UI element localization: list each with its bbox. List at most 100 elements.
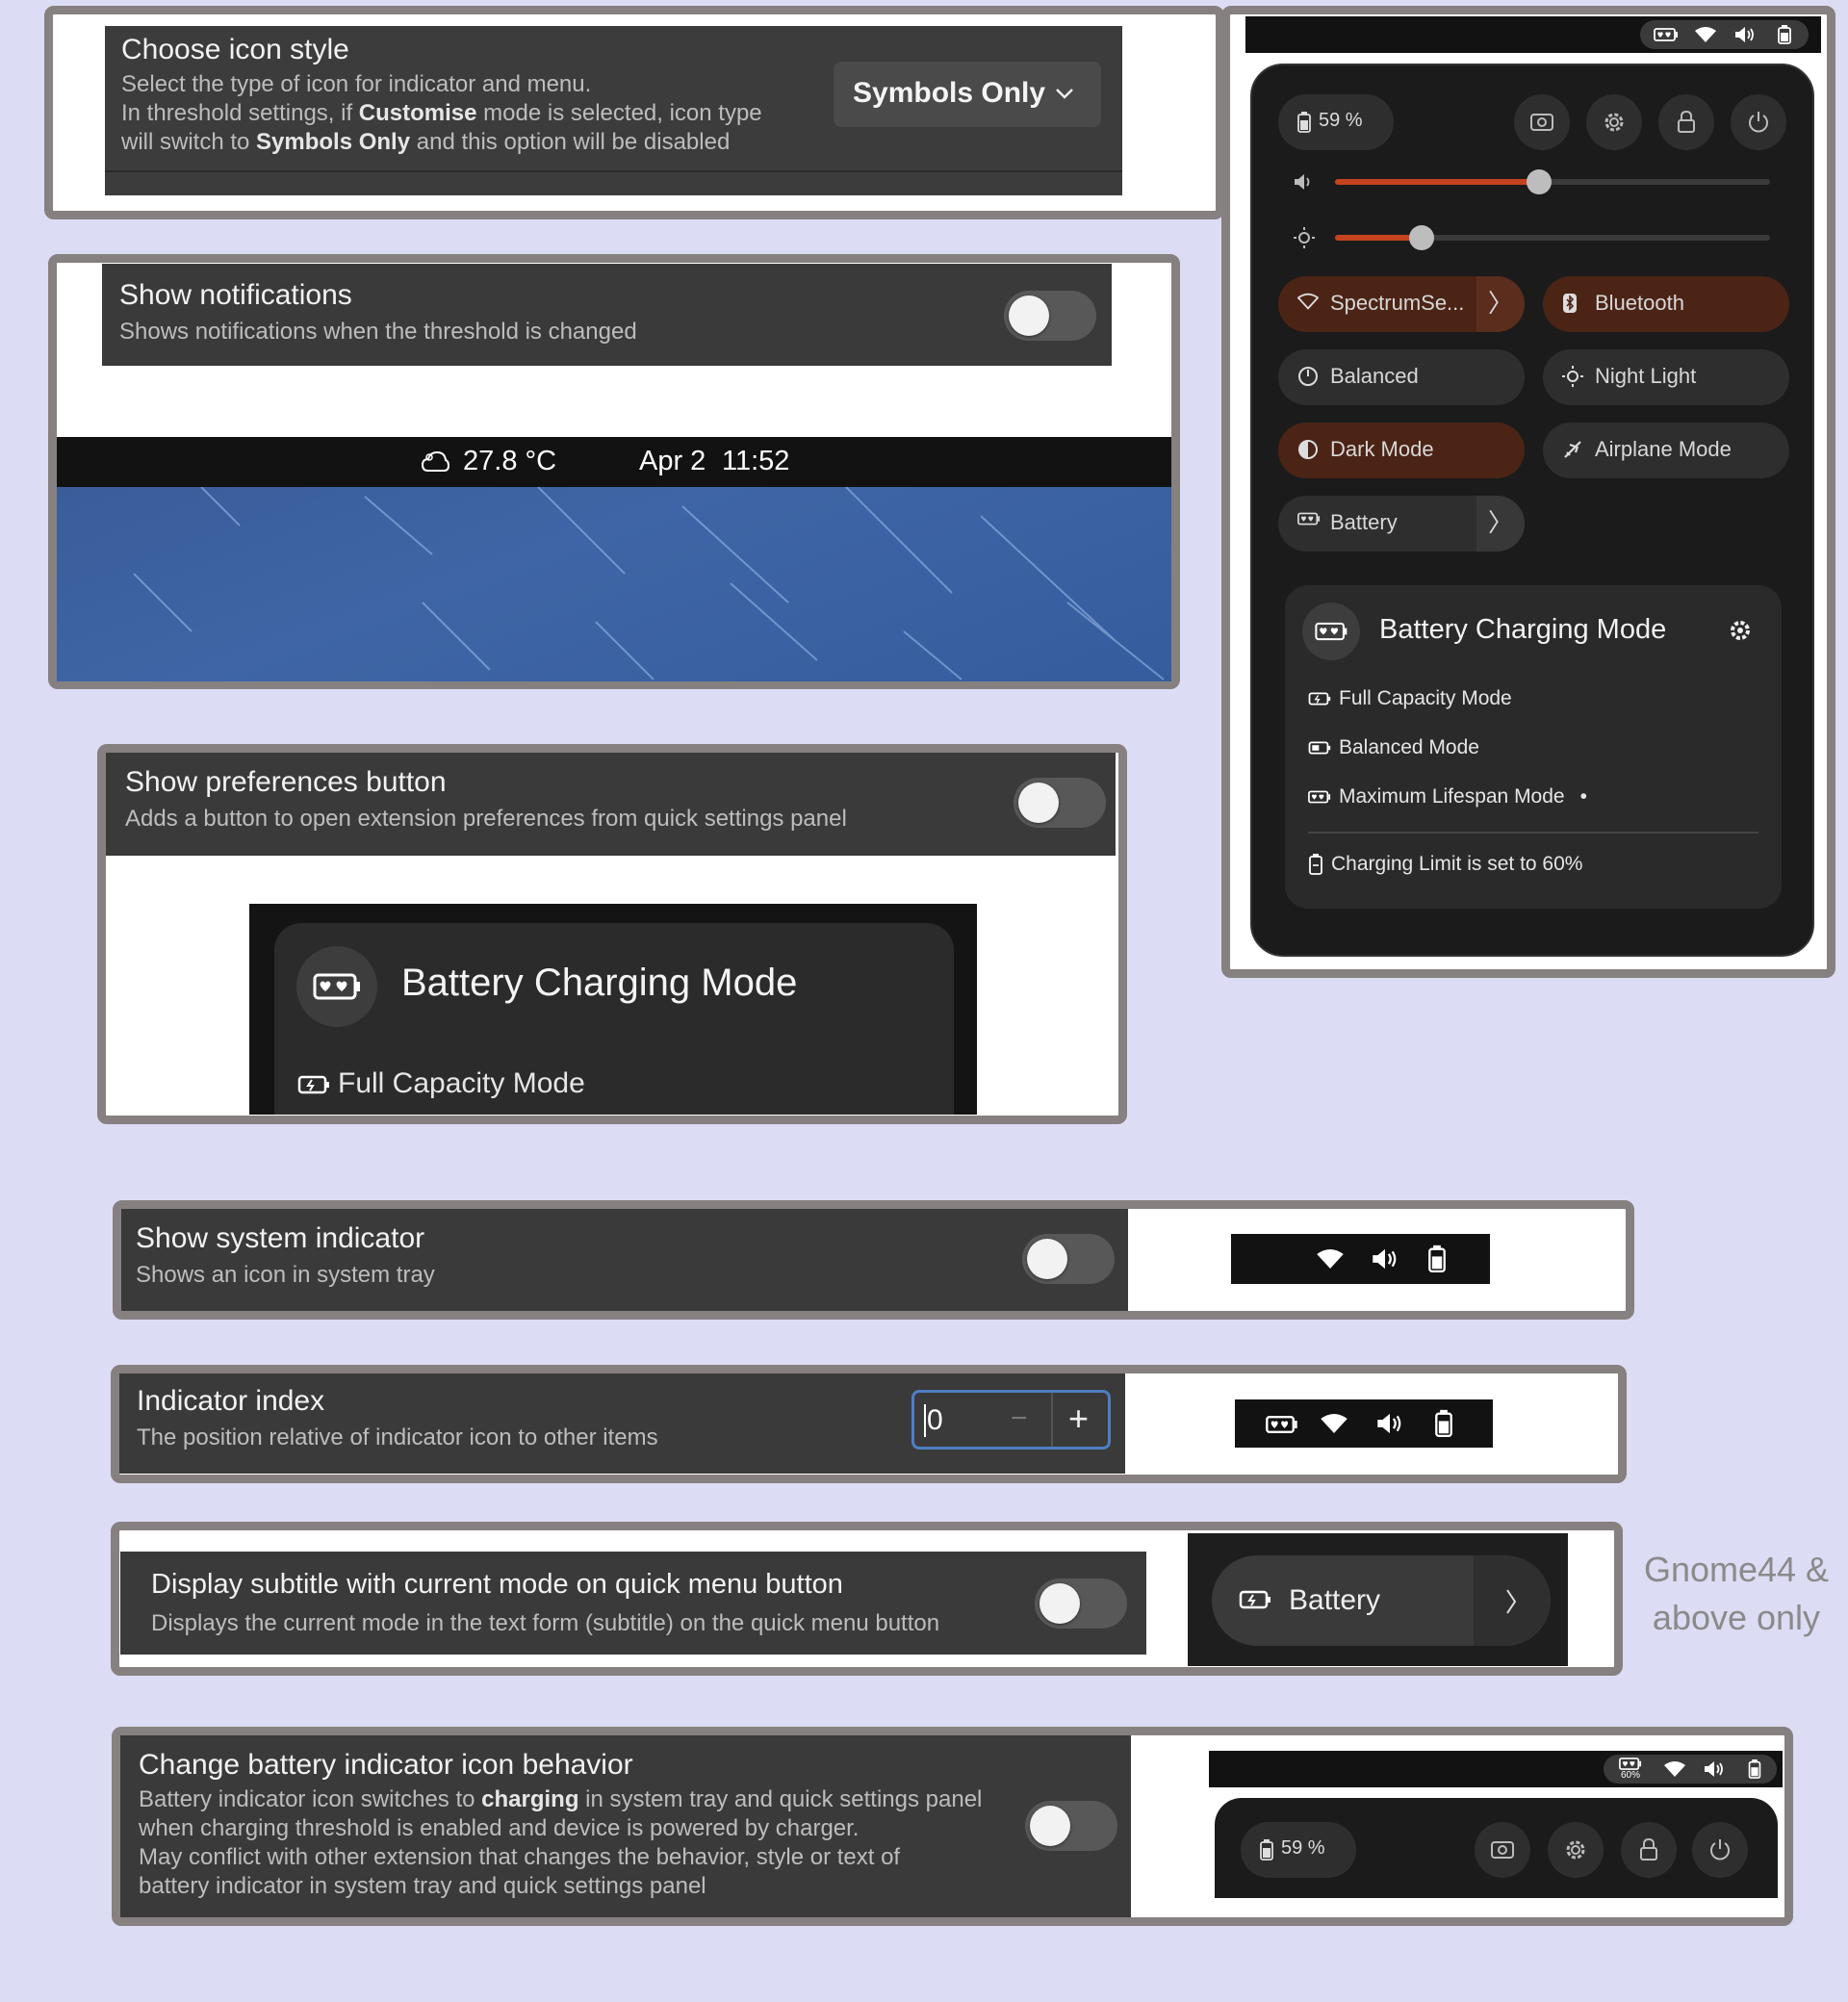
notifications-toggle[interactable] (1004, 291, 1096, 341)
gnome-version-note: Gnome44 & above only (1643, 1550, 1830, 1637)
preview-menu-card: Battery Charging Mode Full Capacity Mode (274, 923, 954, 1115)
preview-menu-title: Battery Charging Mode (401, 962, 798, 1004)
star-trail-pattern (133, 487, 1165, 680)
airplane-mode-tile[interactable]: Airplane Mode (1543, 423, 1789, 478)
wifi-icon (1321, 1414, 1348, 1433)
brightness-slider[interactable] (1335, 225, 1770, 250)
battery-mode-tile[interactable]: Battery 〉 (1278, 496, 1525, 552)
qs-battery-percent: 59 % (1319, 110, 1363, 131)
preview-battery-pill[interactable]: 59 % (1241, 1822, 1356, 1878)
clock-date[interactable]: Apr 2 (639, 446, 706, 477)
preferences-desc: Adds a button to open extension preferen… (125, 806, 847, 832)
night-light-tile[interactable]: Night Light (1543, 349, 1789, 405)
behavior-preview-topbar: 60% (1209, 1751, 1783, 1787)
battery-heart-icon (1308, 791, 1331, 804)
battery-icon (1297, 112, 1311, 133)
tray-pill[interactable]: 60% (1604, 1755, 1777, 1784)
screenshot-button[interactable] (1475, 1822, 1530, 1878)
lock-button[interactable] (1658, 94, 1714, 150)
menu-separator (1308, 832, 1758, 834)
icon-style-dropdown[interactable]: Symbols Only (834, 62, 1101, 127)
power-mode-tile[interactable]: Balanced (1278, 349, 1525, 405)
spin-divider (1051, 1393, 1053, 1447)
preferences-row: Show preferences button Adds a button to… (106, 753, 1116, 856)
system-indicator-desc: Shows an icon in system tray (136, 1262, 435, 1288)
menu-battery-button[interactable] (1302, 603, 1360, 660)
wifi-icon (1664, 1761, 1685, 1777)
battery-heart-icon (1654, 28, 1678, 41)
battery-tile-arrow[interactable]: 〉 (1476, 496, 1525, 552)
system-indicator-preview (1231, 1234, 1490, 1284)
volume-icon (1373, 1248, 1397, 1270)
battery-outline-icon (1309, 854, 1322, 876)
battery-full-icon (297, 1075, 329, 1094)
notifications-title: Show notifications (119, 279, 352, 311)
subtitle-preview: Battery (1188, 1533, 1568, 1666)
volume-icon (1377, 1413, 1401, 1434)
power-button[interactable] (1692, 1822, 1748, 1878)
dark-mode-tile[interactable]: Dark Mode (1278, 423, 1525, 478)
brightness-icon (1294, 227, 1315, 248)
bluetooth-tile-label: Bluetooth (1595, 291, 1684, 315)
gear-icon[interactable] (1728, 618, 1753, 643)
subtitle-row: Display subtitle with current mode on qu… (120, 1552, 1146, 1655)
screenshot-button[interactable] (1514, 94, 1570, 150)
preferences-preview: Battery Charging Mode Full Capacity Mode (249, 904, 977, 1115)
behavior-title: Change battery indicator icon behavior (139, 1749, 633, 1781)
wifi-toggle-tile[interactable]: SpectrumSe... 〉 (1278, 276, 1525, 332)
icon-style-row: Choose icon style Select the type of ico… (105, 26, 1122, 195)
settings-button[interactable] (1548, 1822, 1604, 1878)
behavior-toggle[interactable] (1025, 1801, 1117, 1851)
decrement-button[interactable]: − (1011, 1402, 1028, 1435)
indicator-index-desc: The position relative of indicator icon … (137, 1424, 658, 1450)
mode-item-max-lifespan[interactable]: Maximum Lifespan Mode • (1308, 785, 1587, 808)
preview-mode-item[interactable]: Full Capacity Mode (297, 1067, 585, 1100)
volume-slider[interactable] (1335, 169, 1770, 194)
settings-button[interactable] (1586, 94, 1642, 150)
brightness-slider-knob[interactable] (1409, 225, 1434, 250)
preview-battery-button[interactable] (296, 946, 377, 1027)
battery-tile-label: Battery (1330, 510, 1398, 534)
screenshot-icon (1491, 1841, 1514, 1859)
increment-button[interactable]: + (1068, 1399, 1089, 1439)
tray-limit-badge: 60% (1621, 1770, 1641, 1781)
mode-item-balanced[interactable]: Balanced Mode (1308, 736, 1479, 759)
chevron-down-icon (1056, 89, 1073, 99)
bluetooth-toggle-tile[interactable]: Bluetooth (1543, 276, 1789, 332)
notifications-desc: Shows notifications when the threshold i… (119, 319, 637, 345)
volume-slider-knob[interactable] (1527, 169, 1552, 194)
preview-arrow-button[interactable] (1474, 1555, 1551, 1646)
quick-settings-panel: 59 % SpectrumSe... 〉 Bluetooth Balanced … (1250, 64, 1814, 957)
system-indicator-toggle[interactable] (1022, 1234, 1115, 1284)
icon-style-desc: Select the type of icon for indicator an… (121, 71, 762, 155)
tray-pill[interactable] (1640, 20, 1809, 49)
icon-style-title: Choose icon style (121, 34, 349, 65)
battery-icon (1435, 1409, 1452, 1438)
clock-time[interactable]: 11:52 (722, 446, 789, 477)
indicator-index-spinbutton[interactable]: 0 − + (911, 1390, 1111, 1450)
notifications-row: Show notifications Shows notifications w… (102, 264, 1112, 366)
charging-limit-label: Charging Limit is set to 60% (1308, 853, 1582, 876)
gear-icon (1566, 1840, 1585, 1860)
battery-heart-icon (313, 973, 360, 1000)
row-divider (105, 170, 1122, 172)
index-value-input[interactable]: 0 (924, 1404, 943, 1437)
power-mode-tile-label: Balanced (1330, 364, 1419, 388)
lock-button[interactable] (1621, 1822, 1677, 1878)
power-button[interactable] (1731, 94, 1786, 150)
weather-temp: 27.8 °C (463, 446, 557, 476)
dark-mode-icon (1298, 440, 1318, 459)
preferences-toggle[interactable] (1014, 778, 1106, 828)
subtitle-toggle[interactable] (1035, 1578, 1127, 1629)
qs-battery-pill[interactable]: 59 % (1278, 94, 1394, 150)
mode-item-full-capacity[interactable]: Full Capacity Mode (1308, 687, 1512, 710)
behavior-preview-panel: 59 % (1215, 1798, 1778, 1898)
qs-top-bar (1245, 16, 1821, 53)
system-indicator-title: Show system indicator (136, 1222, 425, 1254)
preview-battery-tile[interactable]: Battery (1212, 1555, 1551, 1646)
power-icon (1749, 112, 1768, 133)
indicator-index-preview (1235, 1399, 1493, 1448)
wifi-tile-arrow[interactable]: 〉 (1476, 276, 1525, 332)
power-profile-icon (1298, 367, 1318, 386)
battery-balanced-icon (1308, 741, 1331, 755)
